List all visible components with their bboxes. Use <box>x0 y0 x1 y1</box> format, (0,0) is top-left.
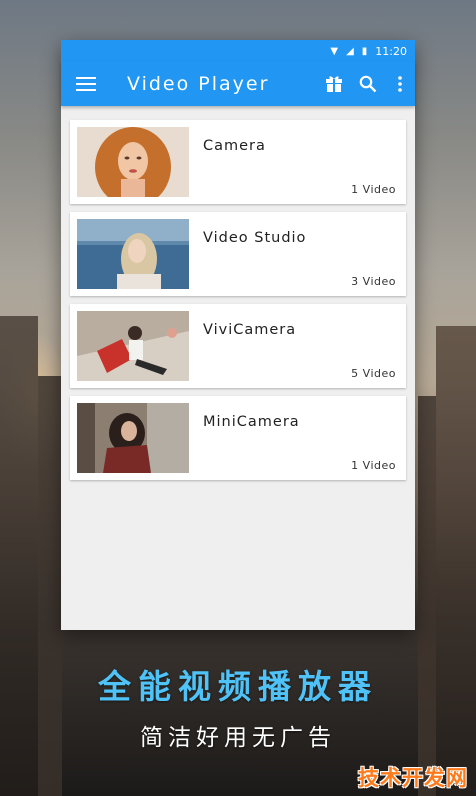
folder-thumbnail <box>77 127 189 197</box>
folder-item-vivicamera[interactable]: ViviCamera 5 Video <box>70 304 406 388</box>
phone-screen: ▼ ◢ ▮ 11:20 Video Player Camera 1 Video … <box>61 40 415 630</box>
folder-video-count: 3 Video <box>351 275 396 288</box>
battery-icon: ▮ <box>361 45 368 57</box>
folder-name: Video Studio <box>203 230 307 246</box>
wifi-icon: ▼ <box>330 45 339 57</box>
status-time: 11:20 <box>375 44 407 58</box>
folder-thumbnail <box>77 219 189 289</box>
more-options-button[interactable] <box>385 62 415 106</box>
folder-name: Camera <box>203 138 266 154</box>
promo-subline: 简洁好用无广告 <box>140 725 336 751</box>
folder-item-minicamera[interactable]: MiniCamera 1 Video <box>70 396 406 480</box>
app-title: Video Player <box>127 73 270 95</box>
search-icon <box>359 75 377 93</box>
promo-headline: 全能视频播放器 <box>98 667 378 706</box>
site-watermark: 技术开发网 <box>358 766 468 790</box>
folder-thumbnail <box>77 311 189 381</box>
folder-thumbnail <box>77 403 189 473</box>
folder-item-video-studio[interactable]: Video Studio 3 Video <box>70 212 406 296</box>
status-bar: ▼ ◢ ▮ 11:20 <box>61 40 415 62</box>
gift-icon <box>326 76 342 92</box>
folder-video-count: 5 Video <box>351 367 396 380</box>
folder-video-count: 1 Video <box>351 183 396 196</box>
more-vertical-icon <box>398 76 402 92</box>
folder-item-camera[interactable]: Camera 1 Video <box>70 120 406 204</box>
app-bar: Video Player <box>61 62 415 106</box>
hamburger-icon <box>76 77 96 91</box>
menu-button[interactable] <box>61 62 111 106</box>
folder-name: ViviCamera <box>203 322 297 338</box>
folder-name: MiniCamera <box>203 414 300 430</box>
gift-button[interactable] <box>317 62 351 106</box>
search-button[interactable] <box>351 62 385 106</box>
signal-icon: ◢ <box>346 45 354 57</box>
folder-video-count: 1 Video <box>351 459 396 472</box>
folder-list: Camera 1 Video Video Studio 3 Video Vivi… <box>61 106 415 480</box>
